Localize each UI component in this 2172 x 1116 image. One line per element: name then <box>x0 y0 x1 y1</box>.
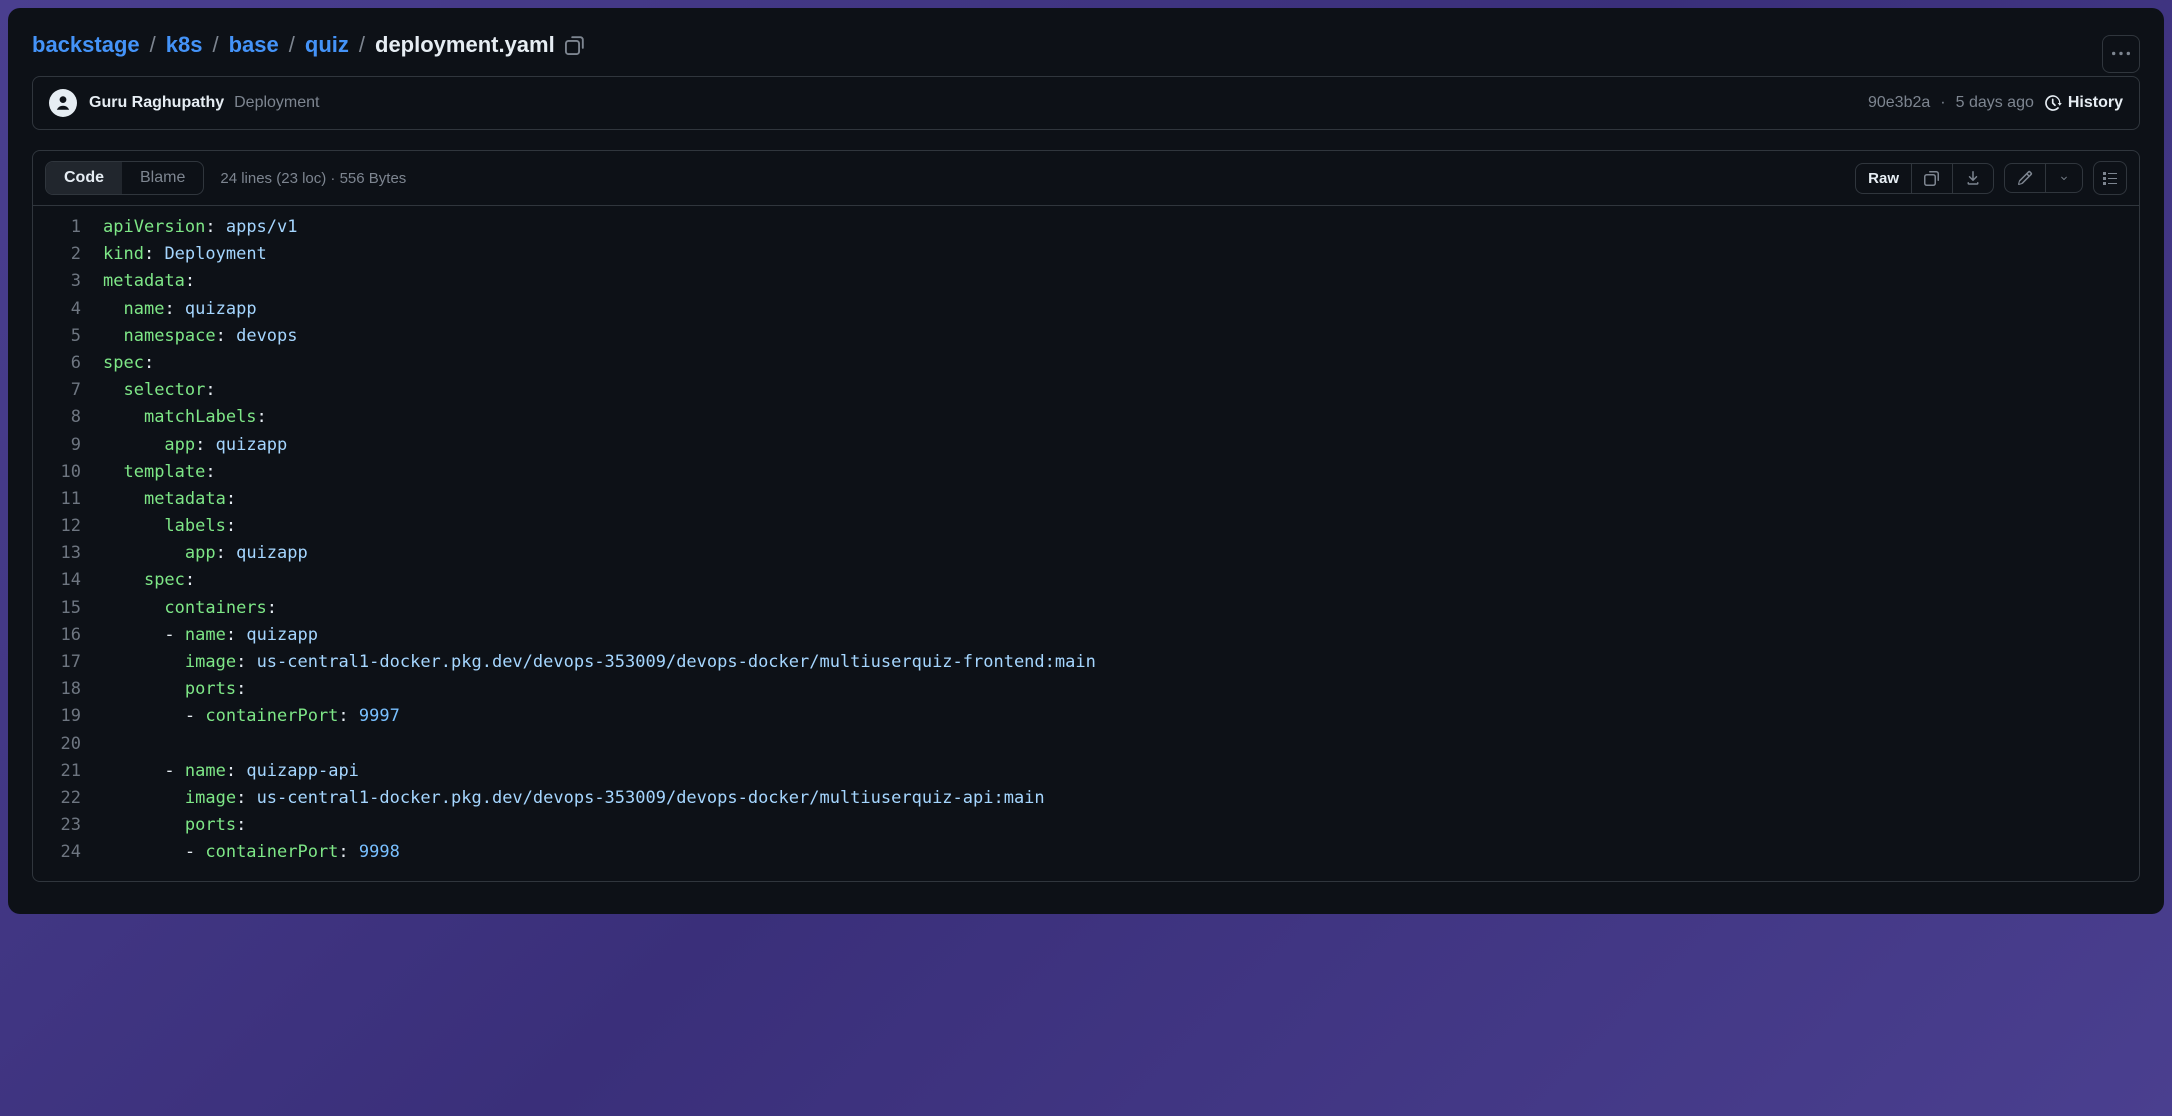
history-label: History <box>2068 94 2123 112</box>
breadcrumb-link[interactable]: quiz <box>305 32 349 58</box>
history-button[interactable]: History <box>2044 94 2123 112</box>
breadcrumb-sep: / <box>359 32 365 58</box>
tab-code[interactable]: Code <box>46 162 122 194</box>
toolbar-right: Raw <box>1855 161 2127 195</box>
breadcrumb-link[interactable]: base <box>229 32 279 58</box>
raw-group: Raw <box>1855 163 1994 194</box>
commit-message[interactable]: Deployment <box>234 94 319 112</box>
copy-raw-icon[interactable] <box>1911 164 1952 193</box>
edit-dropdown-icon[interactable] <box>2045 164 2082 192</box>
breadcrumb-sep: / <box>212 32 218 58</box>
author-name[interactable]: Guru Raghupathy <box>89 94 224 112</box>
commit-meta: 90e3b2a · 5 days ago History <box>1868 94 2123 112</box>
commit-time: 5 days ago <box>1956 94 2034 112</box>
view-mode-segmented: Code Blame <box>45 161 204 195</box>
breadcrumb-row: backstage / k8s / base / quiz / deployme… <box>32 32 2140 76</box>
symbols-icon[interactable] <box>2093 161 2127 195</box>
file-meta: 24 lines (23 loc) · 556 Bytes <box>220 170 406 187</box>
line-number-gutter: 123456789101112131415161718192021222324 <box>33 214 103 867</box>
history-icon <box>2044 94 2062 112</box>
more-menu-button[interactable] <box>2102 35 2140 73</box>
latest-commit-bar: Guru Raghupathy Deployment 90e3b2a · 5 d… <box>32 76 2140 130</box>
code-panel: Code Blame 24 lines (23 loc) · 556 Bytes… <box>32 150 2140 882</box>
file-panel: backstage / k8s / base / quiz / deployme… <box>8 8 2164 914</box>
code-content[interactable]: apiVersion: apps/v1kind: Deploymentmetad… <box>103 214 2139 867</box>
avatar <box>49 89 77 117</box>
tab-blame[interactable]: Blame <box>122 162 203 194</box>
code-body: 123456789101112131415161718192021222324 … <box>33 206 2139 881</box>
breadcrumb-link[interactable]: backstage <box>32 32 140 58</box>
breadcrumb-current: deployment.yaml <box>375 32 555 58</box>
breadcrumb-sep: / <box>150 32 156 58</box>
commit-sha[interactable]: 90e3b2a <box>1868 94 1930 112</box>
copy-path-icon[interactable] <box>565 35 585 55</box>
breadcrumb: backstage / k8s / base / quiz / deployme… <box>32 32 2102 58</box>
edit-group <box>2004 163 2083 193</box>
dot-sep: · <box>1940 94 1945 112</box>
breadcrumb-sep: / <box>289 32 295 58</box>
edit-icon[interactable] <box>2005 164 2045 192</box>
download-icon[interactable] <box>1952 164 1993 193</box>
breadcrumb-link[interactable]: k8s <box>166 32 203 58</box>
raw-button[interactable]: Raw <box>1856 164 1911 193</box>
code-toolbar: Code Blame 24 lines (23 loc) · 556 Bytes… <box>33 151 2139 206</box>
